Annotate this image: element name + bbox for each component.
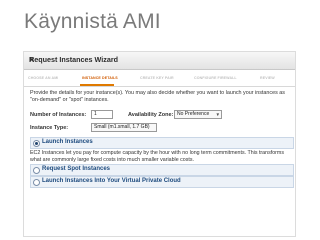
instance-type-select[interactable]: Small (m1.small, 1.7 GB) [91,123,157,132]
wizard-screenshot: Request Instances Wizard ✕ CHOOSE AN AMI… [24,52,295,236]
spot-instances-option[interactable]: Request Spot Instances [30,164,294,176]
step-configure-firewall[interactable]: CONFIGURE FIREWALL [194,76,237,80]
active-step-indicator [80,84,114,86]
launch-instances-option[interactable]: Launch Instances [30,137,294,149]
instance-type-value: Small (m1.small, 1.7 GB) [94,124,150,130]
spot-instances-radio[interactable] [33,166,40,174]
vpc-radio[interactable] [33,178,40,186]
step-instance-details[interactable]: INSTANCE DETAILS [82,76,118,80]
zone-label: Availability Zone: [128,112,174,118]
zone-select-value: No Preference [177,111,210,117]
instance-type-label: Instance Type: [30,125,69,131]
vpc-option[interactable]: Launch Instances Into Your Virtual Priva… [30,176,294,188]
close-icon[interactable]: ✕ [29,55,291,64]
wizard-steps: CHOOSE AN AMI INSTANCE DETAILS CREATE KE… [24,74,295,87]
launch-instances-radio[interactable] [33,139,40,147]
vpc-label: Launch Instances Into Your Virtual Priva… [42,178,181,184]
intro-text: Provide the details for your instance(s)… [30,90,285,103]
step-choose-ami[interactable]: CHOOSE AN AMI [28,76,58,80]
instances-label: Number of Instances: [30,112,87,118]
wizard-title-bar: Request Instances Wizard ✕ [24,52,295,70]
spot-instances-label: Request Spot Instances [42,166,111,172]
chevron-down-icon: ▼ [215,112,220,117]
step-create-key-pair[interactable]: CREATE KEY PAIR [140,76,174,80]
launch-instances-label: Launch Instances [42,139,93,145]
step-review[interactable]: REVIEW [260,76,275,80]
zone-select[interactable]: No Preference ▼ [174,110,222,119]
page-title: Käynnistä AMI [24,10,161,33]
instances-input[interactable]: 1 [91,110,113,119]
